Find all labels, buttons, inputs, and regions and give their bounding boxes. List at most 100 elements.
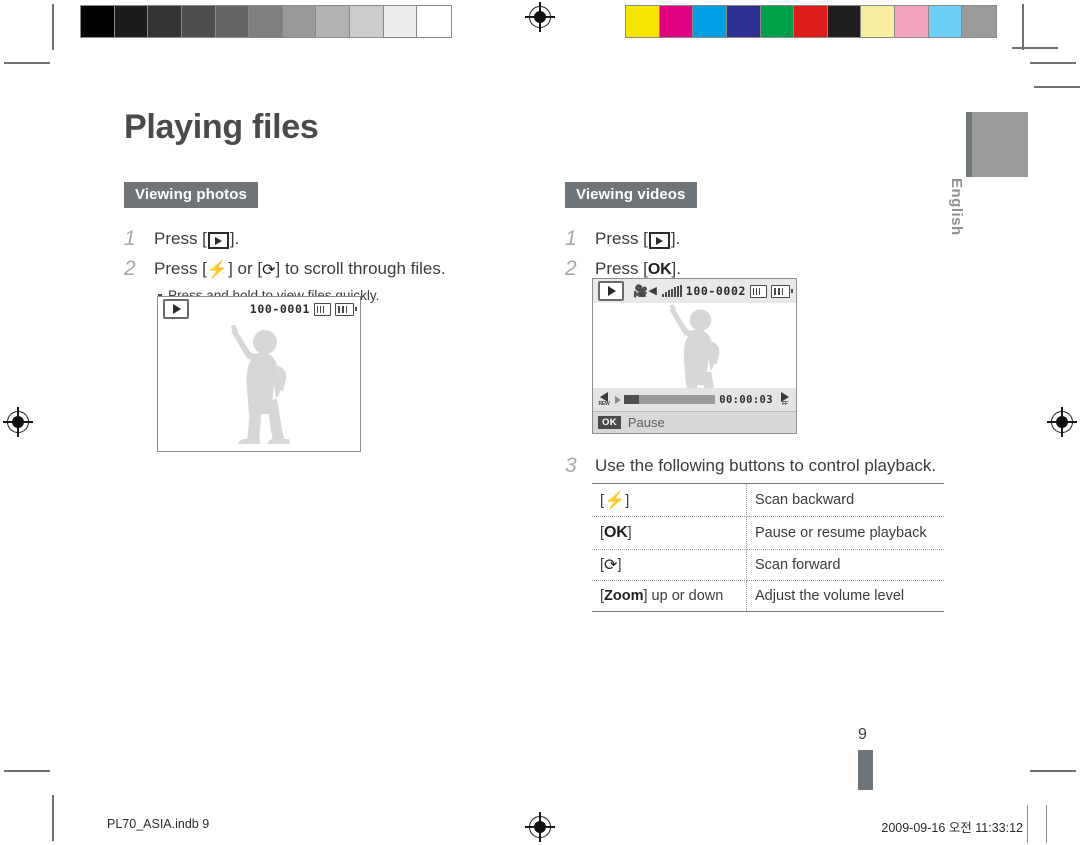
step-item: 2 Press [⚡] or [⟳] to scroll through fil… [124,256,514,282]
ok-key-label: OK [647,261,672,278]
ok-button-chip[interactable]: OK [598,415,621,430]
playback-status-row: OK Pause [593,411,796,433]
calibration-patch [81,6,115,37]
lcd-status-bar: 100-0001 [158,297,360,321]
calibration-patch [794,6,828,37]
play-icon [598,281,624,301]
photo-playback-screen: 100-0001 [157,296,361,452]
video-playback-screen: 🎥 ◀ 100-0002 REW 00:00:03 FF OK Pause [592,278,797,434]
table-key-cell: [⟳] [592,549,747,581]
section-badge-photos: Viewing photos [124,182,258,208]
calibration-patch [693,6,727,37]
steps-list-photos: 1 Press []. 2 Press [⚡] or [⟳] to scroll… [124,226,514,306]
step-prefix: Press [ [595,229,648,248]
table-desc-cell: Adjust the volume level [746,580,944,612]
file-number: 100-0002 [685,284,746,298]
memory-card-icon [750,284,767,298]
footer-rule [1045,805,1047,843]
person-silhouette [231,324,290,444]
lcd-status-right: 100-0001 [250,302,360,316]
step-number: 1 [565,227,577,250]
calibration-patch [659,6,694,37]
flash-icon: ⚡ [604,491,626,510]
play-indicator-icon [615,395,621,404]
steps-list-videos: 1 Press []. 2 Press [OK]. [565,226,955,283]
calibration-patch [827,6,862,37]
registration-mark-right [1047,407,1077,437]
video-control-bar: REW 00:00:03 FF OK Pause [593,388,796,433]
calibration-patch [181,6,216,37]
footer-timestamp: 2009-09-16 오전 11:33:12 [881,821,1023,835]
bracket-close: ] up or down [643,588,724,604]
table-key-cell: [OK] [592,516,747,550]
step-item: 1 Press []. [565,226,955,252]
crop-mark [1034,86,1080,88]
calibration-patch [760,6,795,37]
calibration-patch [417,6,451,37]
calibration-patch [861,6,895,37]
footer-filename: PL70_ASIA.indb 9 [107,817,210,831]
calibration-patch [895,6,929,37]
step-prefix: Press [ [595,259,648,278]
rewind-button[interactable]: REW [596,392,612,407]
step-suffix: ] to scroll through files. [275,259,446,278]
fast-forward-label: FF [782,401,788,407]
crop-mark [1022,4,1024,50]
section-viewing-videos: Viewing videos 1 Press []. 2 Press [OK]. [565,182,955,287]
battery-icon [771,284,793,298]
crop-mark [4,770,50,772]
speaker-icon: ◀ [648,284,657,297]
table-key-cell: [Zoom] up or down [592,580,747,612]
page-title: Playing files [124,108,319,146]
fast-forward-button[interactable]: FF [777,392,793,407]
registration-mark-top [525,2,555,32]
volume-bars-icon [661,285,682,297]
battery-icon [335,302,357,316]
registration-mark-left [3,407,33,437]
step-middle: ] or [ [228,259,263,278]
zoom-key-label: Zoom [604,588,644,604]
file-number: 100-0001 [249,302,310,316]
table-desc-cell: Scan forward [746,549,944,581]
lcd-status-bar: 🎥 ◀ 100-0002 [593,279,796,303]
step-suffix: ]. [229,229,240,248]
language-tab-block [966,112,1028,177]
step-text: Press []. [595,226,680,252]
calibration-patch [249,6,283,37]
calibration-patch [316,6,350,37]
crop-mark [1012,47,1058,49]
crop-mark [1030,770,1076,772]
step-text: Use the following buttons to control pla… [595,456,937,475]
progress-bar[interactable] [624,395,716,404]
crop-mark [4,62,50,64]
play-icon [648,232,670,250]
playback-progress-row: REW 00:00:03 FF [593,388,796,411]
table-row: [⚡] Scan backward [592,484,944,517]
table-row: [⟳] Scan forward [592,549,944,581]
calibration-patch [215,6,250,37]
camcorder-icon: 🎥 [633,284,648,298]
step-prefix: Press [ [154,229,207,248]
calibration-patch [114,6,149,37]
step-suffix: ]. [670,229,681,248]
table-row: [OK] Pause or resume playback [592,516,944,550]
bracket-close: ] [627,525,632,541]
step-number: 1 [124,227,136,250]
table-row: [Zoom] up or down Adjust the volume leve… [592,580,944,612]
calibration-patch [383,6,418,37]
crop-mark [52,4,54,50]
registration-mark-bottom [525,812,555,842]
section-badge-videos: Viewing videos [565,182,697,208]
timer-icon: ⟳ [604,557,618,574]
step-number: 2 [124,257,136,280]
rewind-label: REW [598,401,610,407]
step-suffix: ]. [671,259,681,278]
calibration-patch [282,6,317,37]
step-item: 3 Use the following buttons to control p… [565,453,955,479]
calibration-patch [148,6,182,37]
flash-icon: ⚡ [206,260,229,279]
step-text: Press [⚡] or [⟳] to scroll through files… [154,256,446,282]
memory-card-icon [314,302,331,316]
step-three-block: 3 Use the following buttons to control p… [565,453,955,483]
footer-rule [1026,805,1028,843]
